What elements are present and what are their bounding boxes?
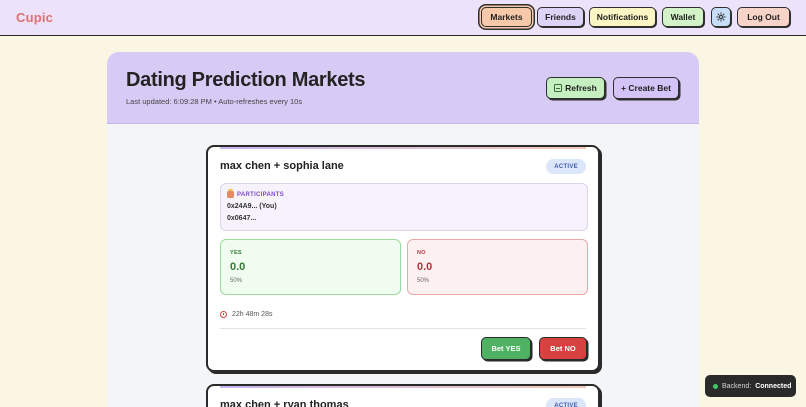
top-nav: Cupic Markets Friends Notifications Wall… (0, 0, 806, 36)
last-updated-text: Last updated: 6:09:28 PM • Auto-refreshe… (126, 97, 303, 106)
divider (220, 328, 586, 329)
bet-no-button[interactable]: Bet NO (539, 337, 587, 360)
countdown-timer: 22h 48m 28s (220, 311, 272, 318)
backend-value: Connected (755, 382, 792, 390)
bet-yes-button[interactable]: Bet YES (481, 337, 531, 360)
market-title: max chen + sophia lane (220, 160, 344, 172)
app-logo[interactable]: Cupic (16, 10, 53, 25)
nav-friends-button[interactable]: Friends (537, 7, 584, 27)
no-percentage: 50% (417, 278, 430, 284)
participants-header: PARTICIPANTS (227, 189, 285, 198)
nav-wallet-button[interactable]: Wallet (662, 7, 704, 27)
panel-header: Dating Prediction Markets Last updated: … (107, 52, 699, 124)
time-left-text: 22h 48m 28s (232, 311, 273, 318)
card-accent-line (220, 386, 586, 388)
create-bet-button[interactable]: + Create Bet (613, 77, 679, 99)
participant-row: 0x24A9... (You) (227, 203, 277, 210)
refresh-icon (554, 84, 563, 92)
backend-status: Backend: Connected (705, 375, 796, 397)
status-badge: ACTIVE (546, 159, 586, 174)
card-accent-line (220, 147, 586, 149)
status-dot-icon (713, 383, 718, 389)
no-amount: 0.0 (417, 261, 433, 273)
market-card: max chen + ryan thomas ACTIVE (206, 384, 600, 407)
participants-label: PARTICIPANTS (237, 191, 285, 198)
yes-label: YES (230, 250, 242, 256)
market-title: max chen + ryan thomas (220, 399, 349, 407)
gift-icon (227, 189, 234, 198)
nav-notifications-button[interactable]: Notifications (589, 7, 656, 27)
participants-box: PARTICIPANTS 0x24A9... (You) 0x0647... (220, 183, 588, 231)
gear-icon (716, 12, 726, 22)
yes-amount: 0.0 (230, 261, 246, 273)
refresh-label: Refresh (565, 83, 597, 93)
no-pool: NO 0.0 50% (407, 239, 588, 295)
backend-label: Backend: (722, 382, 752, 390)
page-title: Dating Prediction Markets (126, 69, 366, 91)
logout-button[interactable]: Log Out (737, 7, 790, 27)
refresh-button[interactable]: Refresh (546, 77, 605, 99)
yes-pool: YES 0.0 50% (220, 239, 401, 295)
settings-button[interactable] (711, 7, 731, 27)
alarm-clock-icon (220, 311, 227, 318)
nav-markets-button[interactable]: Markets (481, 7, 532, 27)
participant-row: 0x0647... (227, 215, 257, 222)
status-badge: ACTIVE (546, 398, 586, 407)
market-card: max chen + sophia lane ACTIVE PARTICIPAN… (206, 145, 600, 372)
no-label: NO (417, 250, 426, 256)
yes-percentage: 50% (230, 278, 243, 284)
